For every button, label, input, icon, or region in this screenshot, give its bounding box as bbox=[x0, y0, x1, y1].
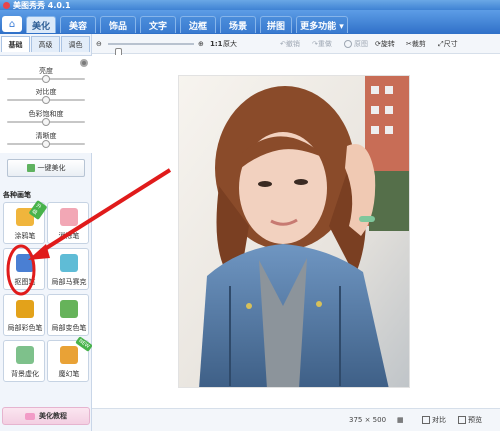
image-toolbar: ⊖ ⊕ 1:1 原大 ↶ 撤销 ↷ 重做 原图 ⟳ 旋转 ✂ 裁剪 ⤢ 尺寸 bbox=[92, 34, 500, 57]
size-info-icon: ▦ bbox=[397, 416, 404, 424]
subtab-color[interactable]: 调色 bbox=[61, 36, 90, 52]
crop-button[interactable]: ✂ 裁剪 bbox=[406, 38, 426, 50]
contrast-slider[interactable] bbox=[7, 96, 85, 104]
tab-text[interactable]: 文字 bbox=[140, 16, 176, 33]
zoom-out-icon[interactable]: ⊖ bbox=[96, 38, 102, 50]
slider-knob[interactable] bbox=[42, 118, 50, 126]
one-click-beautify-button[interactable]: 一键美化 bbox=[7, 159, 85, 177]
pen-button-blur[interactable]: 背景虚化 bbox=[3, 340, 45, 382]
redo-label: 重做 bbox=[317, 40, 332, 48]
preview-icon bbox=[458, 416, 466, 424]
magic-pen-icon bbox=[60, 346, 78, 364]
tab-beautify[interactable]: 美化 bbox=[26, 16, 56, 33]
original-image-button[interactable]: 原图 bbox=[344, 38, 368, 50]
pen-label: 局部变色笔 bbox=[51, 324, 87, 332]
pen-button-doodle[interactable]: 升级 涂鸦笔 bbox=[3, 200, 48, 244]
portrait-image bbox=[179, 76, 409, 387]
pen-label: 消除笔 bbox=[58, 232, 80, 240]
tab-collage[interactable]: 拼图 bbox=[260, 16, 292, 33]
resize-button[interactable]: ⤢ 尺寸 bbox=[438, 38, 458, 50]
original-size-button[interactable]: 原大 bbox=[223, 38, 237, 50]
pen-button-magic[interactable]: NEW 魔幻笔 bbox=[47, 336, 93, 382]
home-button[interactable]: ⌂ bbox=[2, 16, 22, 32]
rotate-label: 旋转 bbox=[380, 40, 395, 48]
left-panel: 基础 高级 调色 亮度 对比度 色彩饱和度 清晰度 一键美化 各种画笔 升级 涂… bbox=[0, 34, 93, 431]
tab-accessories[interactable]: 饰品 bbox=[100, 16, 136, 33]
recolor-pen-icon bbox=[60, 300, 78, 318]
tab-face[interactable]: 美容 bbox=[60, 16, 96, 33]
subtab-basic[interactable]: 基础 bbox=[1, 36, 30, 52]
pen-label: 局部彩色笔 bbox=[7, 324, 43, 332]
sub-tabs: 基础 高级 调色 bbox=[0, 36, 92, 52]
undo-label: 撤销 bbox=[285, 40, 300, 48]
slider-knob[interactable] bbox=[42, 140, 50, 148]
menu-bar: ⌂ 美化 美容 饰品 文字 边框 场景 拼图 更多功能 ▾ bbox=[0, 10, 500, 34]
pen-button-color[interactable]: 局部彩色笔 bbox=[3, 294, 45, 336]
color-pen-icon bbox=[16, 300, 34, 318]
zoom-slider[interactable] bbox=[108, 43, 194, 57]
eraser-icon bbox=[60, 208, 78, 226]
image-size-readout: 375 × 500 bbox=[349, 416, 387, 424]
preview-label: 预览 bbox=[468, 416, 482, 424]
tab-frame[interactable]: 边框 bbox=[180, 16, 216, 33]
brightness-slider[interactable] bbox=[7, 75, 85, 83]
blur-icon bbox=[16, 346, 34, 364]
ratio-button[interactable]: 1:1 bbox=[210, 38, 223, 50]
pen-label: 涂鸦笔 bbox=[14, 232, 36, 240]
pen-button-mosaic[interactable]: 局部马赛克 bbox=[47, 248, 89, 290]
one-click-beautify-label: 一键美化 bbox=[37, 164, 66, 172]
saturation-slider[interactable] bbox=[7, 118, 85, 126]
compare-button[interactable]: 对比 bbox=[422, 414, 446, 426]
app-title: 美图秀秀 4.0.1 bbox=[13, 0, 71, 10]
beautify-icon bbox=[26, 164, 35, 172]
pen-label: 背景虚化 bbox=[11, 370, 39, 378]
slider-knob[interactable] bbox=[42, 96, 50, 104]
pen-button-recolor[interactable]: 局部变色笔 bbox=[47, 294, 89, 336]
zoom-in-icon[interactable]: ⊕ bbox=[198, 38, 204, 50]
rotate-button[interactable]: ⟳ 旋转 bbox=[375, 38, 395, 50]
tab-scene[interactable]: 场景 bbox=[220, 16, 256, 33]
app-logo-icon bbox=[3, 1, 10, 9]
compare-icon bbox=[422, 416, 430, 424]
preview-button[interactable]: 预览 bbox=[458, 414, 482, 426]
subtab-advanced[interactable]: 高级 bbox=[31, 36, 60, 52]
compare-label: 对比 bbox=[432, 416, 446, 424]
title-bar: 美图秀秀 4.0.1 bbox=[0, 0, 500, 10]
tutorial-label: 美化教程 bbox=[39, 412, 67, 420]
tutorial-button[interactable]: 美化教程 bbox=[2, 407, 90, 425]
cutout-pen-icon bbox=[16, 254, 34, 272]
pen-label: 魔幻笔 bbox=[58, 370, 80, 378]
home-icon: ⌂ bbox=[8, 18, 16, 30]
pen-button-cutout[interactable]: 抠图笔 bbox=[3, 248, 45, 290]
pen-button-eraser[interactable]: 消除笔 bbox=[47, 202, 89, 244]
tutorial-icon bbox=[25, 412, 35, 420]
resize-label: 尺寸 bbox=[443, 40, 458, 48]
original-label: 原图 bbox=[354, 40, 368, 48]
status-bar: 375 × 500 ▦ 对比 预览 bbox=[92, 408, 500, 431]
portrait-photo[interactable] bbox=[178, 75, 410, 388]
slider-knob[interactable] bbox=[42, 75, 50, 83]
redo-button[interactable]: ↷ 重做 bbox=[312, 38, 332, 50]
adjust-sliders: 亮度 对比度 色彩饱和度 清晰度 bbox=[0, 55, 92, 153]
sharpness-slider[interactable] bbox=[7, 140, 85, 148]
undo-button[interactable]: ↶ 撤销 bbox=[280, 38, 300, 50]
mosaic-icon bbox=[60, 254, 78, 272]
pens-section-title: 各种画笔 bbox=[3, 191, 31, 199]
pen-label: 局部马赛克 bbox=[51, 278, 87, 286]
image-canvas bbox=[92, 55, 500, 408]
original-icon bbox=[344, 40, 352, 48]
pen-label: 抠图笔 bbox=[14, 278, 36, 286]
tab-more[interactable]: 更多功能 ▾ bbox=[296, 16, 348, 33]
crop-label: 裁剪 bbox=[411, 40, 426, 48]
